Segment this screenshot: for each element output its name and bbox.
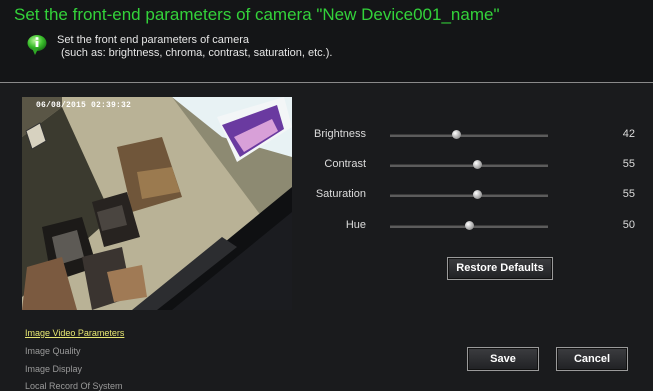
saturation-label: Saturation — [315, 188, 366, 200]
brightness-slider-row: Brightness 42 — [300, 125, 645, 145]
save-button[interactable]: Save — [467, 347, 539, 371]
hue-label: Hue — [345, 219, 366, 231]
brightness-slider-thumb[interactable] — [452, 130, 462, 139]
cancel-button[interactable]: Cancel — [556, 347, 628, 371]
saturation-track[interactable] — [390, 194, 548, 197]
hue-slider-row: Hue 50 — [300, 216, 645, 236]
hue-value: 50 — [622, 219, 635, 231]
camera-preview-image — [22, 97, 292, 310]
nav-item-local-record-of-system[interactable]: Local Record Of System — [25, 381, 123, 391]
nav-item-image-video-parameters[interactable]: Image Video Parameters — [25, 328, 124, 338]
brightness-label: Brightness — [314, 128, 366, 140]
saturation-value: 55 — [622, 188, 635, 200]
description-line-2: (such as: brightness, chroma, contrast, … — [61, 47, 333, 59]
description-line-1: Set the front end parameters of camera — [57, 34, 249, 46]
contrast-track[interactable] — [390, 164, 548, 167]
saturation-slider-row: Saturation 55 — [300, 185, 645, 205]
brightness-value: 42 — [622, 128, 635, 140]
nav-item-image-display[interactable]: Image Display — [25, 364, 82, 374]
restore-defaults-button[interactable]: Restore Defaults — [447, 257, 553, 280]
hue-slider-thumb[interactable] — [465, 221, 474, 230]
contrast-label: Contrast — [324, 158, 366, 170]
contrast-slider-row: Contrast 55 — [300, 155, 645, 175]
camera-preview: 06/08/2015 02:39:32 — [22, 97, 292, 310]
header: Set the front-end parameters of camera "… — [0, 0, 653, 83]
info-bubble-icon — [27, 35, 47, 55]
nav-item-image-quality[interactable]: Image Quality — [25, 346, 81, 356]
contrast-value: 55 — [622, 158, 635, 170]
brightness-track[interactable] — [390, 134, 548, 137]
page-title: Set the front-end parameters of camera "… — [14, 5, 500, 24]
preview-timestamp: 06/08/2015 02:39:32 — [36, 101, 132, 110]
saturation-slider-thumb[interactable] — [472, 190, 482, 199]
contrast-slider-thumb[interactable] — [472, 160, 482, 169]
